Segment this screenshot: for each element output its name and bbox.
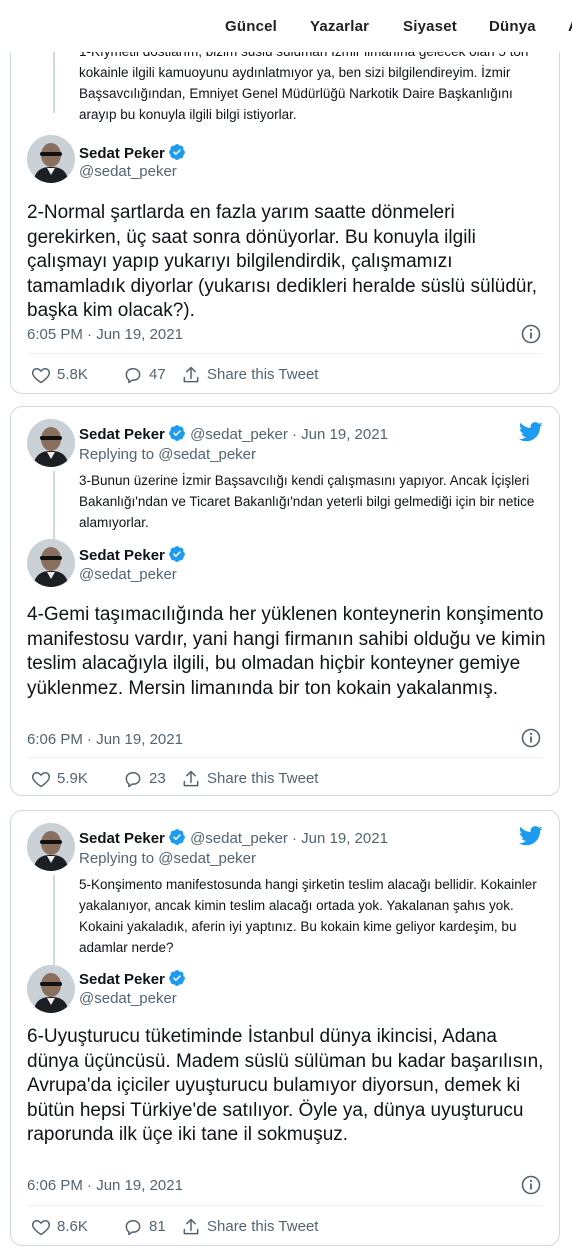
tweet-actions: 5.9K 23 Share this Tweet: [27, 769, 543, 793]
author-name[interactable]: Sedat Peker: [79, 547, 165, 564]
reply-button[interactable]: 47: [123, 365, 166, 385]
author-row: Sedat Peker: [79, 969, 545, 991]
divider: [27, 353, 543, 354]
thread-line: [53, 875, 55, 965]
tweet-text: 2-Normal şartlarda en fazla yarım saatte…: [27, 202, 538, 321]
parent-author-name[interactable]: Sedat Peker: [79, 830, 165, 847]
nav-item-siyaset[interactable]: Siyaset: [403, 18, 457, 35]
nav-item-yazarlar[interactable]: Yazarlar: [310, 18, 369, 35]
author-name[interactable]: Sedat Peker: [79, 971, 165, 988]
replying-handle[interactable]: @sedat_peker: [158, 850, 256, 867]
twitter-bird-icon[interactable]: [518, 825, 543, 852]
person-avatar-icon: [27, 539, 75, 587]
share-icon: [183, 366, 199, 383]
parent-author-row: Sedat Peker @sedat_peker · Jun 19, 2021: [79, 424, 545, 446]
info-icon[interactable]: [521, 728, 541, 753]
thread-line: [53, 471, 55, 539]
like-button[interactable]: 8.6K: [31, 1217, 88, 1237]
like-count: 5.8K: [57, 366, 88, 383]
tweet-timestamp[interactable]: 6:06 PM · Jun 19, 2021: [27, 731, 183, 748]
reply-button[interactable]: 81: [123, 1217, 166, 1237]
divider: [27, 1205, 543, 1206]
avatar[interactable]: [27, 823, 75, 871]
author-row: Sedat Peker: [79, 143, 545, 165]
reply-count: 47: [149, 366, 166, 383]
author-name[interactable]: Sedat Peker: [79, 145, 165, 162]
nav-item-dunya[interactable]: Dünya: [489, 18, 536, 35]
reply-button[interactable]: 23: [123, 769, 166, 789]
share-button[interactable]: Share this Tweet: [181, 365, 318, 385]
verified-badge-icon: [168, 969, 186, 991]
share-label: Share this Tweet: [207, 1218, 319, 1235]
share-button[interactable]: Share this Tweet: [181, 769, 318, 789]
divider: [27, 757, 543, 758]
verified-badge-icon: [168, 424, 186, 446]
person-avatar-icon: [27, 419, 75, 467]
nav-item-guncel[interactable]: Güncel: [225, 18, 277, 35]
twitter-bird-icon[interactable]: [518, 421, 543, 448]
quoted-tweet-text: 3-Bunun üzerine İzmir Başsavcılığı kendi…: [79, 473, 535, 530]
replying-to: Replying to @sedat_peker: [79, 850, 256, 867]
avatar[interactable]: [27, 965, 75, 1013]
person-avatar-icon: [27, 965, 75, 1013]
reply-bubble-icon: [125, 1220, 141, 1236]
avatar[interactable]: [27, 135, 75, 183]
quoted-tweet-text: 1-Kıymetli dostlarım, bizim süslü sülüma…: [79, 44, 528, 122]
info-icon[interactable]: [521, 324, 541, 349]
verified-badge-icon: [168, 545, 186, 567]
nav-item-more[interactable]: A: [568, 18, 572, 35]
parent-meta[interactable]: @sedat_peker · Jun 19, 2021: [190, 426, 388, 443]
tweet-actions: 8.6K 81 Share this Tweet: [27, 1217, 543, 1241]
like-button[interactable]: 5.9K: [31, 769, 88, 789]
share-button[interactable]: Share this Tweet: [181, 1217, 318, 1237]
reply-count: 81: [149, 1218, 166, 1235]
reply-bubble-icon: [125, 772, 141, 788]
author-handle[interactable]: @sedat_peker: [79, 566, 545, 583]
heart-icon: [31, 772, 51, 788]
tweet-card-3[interactable]: Sedat Peker @sedat_peker · Jun 19, 2021 …: [10, 810, 560, 1246]
heart-icon: [31, 368, 51, 384]
avatar[interactable]: [27, 539, 75, 587]
share-icon: [183, 1218, 199, 1235]
tweet-card-1[interactable]: 1-Kıymetli dostlarım, bizim süslü sülüma…: [10, 0, 560, 394]
author-handle[interactable]: @sedat_peker: [79, 163, 545, 180]
reply-bubble-icon: [125, 368, 141, 384]
like-button[interactable]: 5.8K: [31, 365, 88, 385]
quoted-tweet-text: 5-Konşimento manifestosunda hangi şirket…: [79, 877, 537, 955]
replying-prefix: Replying to: [79, 446, 159, 463]
share-label: Share this Tweet: [207, 770, 319, 787]
info-icon[interactable]: [521, 1175, 541, 1200]
reply-count: 23: [149, 770, 166, 787]
avatar[interactable]: [27, 419, 75, 467]
share-label: Share this Tweet: [207, 366, 319, 383]
tweet-timestamp[interactable]: 6:05 PM · Jun 19, 2021: [27, 326, 183, 343]
parent-author-row: Sedat Peker @sedat_peker · Jun 19, 2021: [79, 828, 545, 850]
share-icon: [183, 770, 199, 787]
person-avatar-icon: [27, 135, 75, 183]
top-navigation: Güncel Yazarlar Siyaset Dünya A: [0, 0, 572, 52]
replying-handle[interactable]: @sedat_peker: [158, 446, 256, 463]
heart-icon: [31, 1220, 51, 1236]
tweet-text: 4-Gemi taşımacılığında her yüklenen kont…: [27, 604, 546, 699]
replying-prefix: Replying to: [79, 850, 159, 867]
parent-meta[interactable]: @sedat_peker · Jun 19, 2021: [190, 830, 388, 847]
tweet-card-2[interactable]: Sedat Peker @sedat_peker · Jun 19, 2021 …: [10, 406, 560, 796]
like-count: 5.9K: [57, 770, 88, 787]
author-handle[interactable]: @sedat_peker: [79, 990, 545, 1007]
tweet-text: 6-Uyuşturucu tüketiminde İstanbul dünya …: [27, 1026, 544, 1145]
tweet-actions: 5.8K 47 Share this Tweet: [27, 365, 543, 389]
tweet-timestamp[interactable]: 6:06 PM · Jun 19, 2021: [27, 1177, 183, 1194]
author-row: Sedat Peker: [79, 545, 545, 567]
like-count: 8.6K: [57, 1218, 88, 1235]
replying-to: Replying to @sedat_peker: [79, 446, 256, 463]
person-avatar-icon: [27, 823, 75, 871]
verified-badge-icon: [168, 143, 186, 165]
parent-author-name[interactable]: Sedat Peker: [79, 426, 165, 443]
verified-badge-icon: [168, 828, 186, 850]
